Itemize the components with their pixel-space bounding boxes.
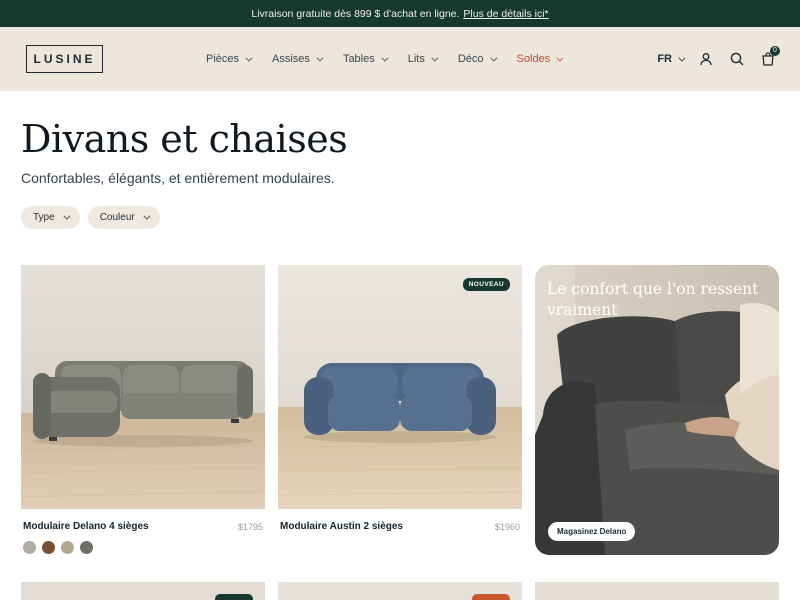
chevron-down-icon bbox=[678, 54, 686, 62]
chevron-down-icon bbox=[431, 54, 439, 62]
nav-item-lits[interactable]: Lits bbox=[407, 53, 439, 65]
chevron-down-icon bbox=[316, 54, 324, 62]
promo-headline: Le confort que l'on ressent vraiment bbox=[547, 280, 759, 319]
product-image[interactable] bbox=[21, 265, 265, 509]
announcement-bar: Livraison gratuite dès 899 $ d'achat en … bbox=[0, 0, 800, 27]
shop-delano-button[interactable]: Magasinez Delano bbox=[548, 522, 636, 541]
promo-tile[interactable]: Le confort que l'on ressent vraiment Mag… bbox=[535, 265, 779, 555]
nav-item-label: Tables bbox=[342, 53, 375, 65]
header-actions: FR 0 bbox=[657, 27, 780, 91]
language-selector[interactable]: FR bbox=[657, 53, 686, 65]
product-card[interactable]: NOUVEAU Modulaire Austin 2 sièges $1960 bbox=[278, 265, 522, 532]
product-meta: Modulaire Delano 4 sièges $1795 bbox=[21, 521, 265, 532]
main-nav: Pièces Assises Tables Lits Déco Soldes bbox=[206, 27, 583, 91]
search-icon[interactable] bbox=[729, 51, 745, 67]
product-price: $1795 bbox=[237, 521, 263, 532]
color-swatch[interactable] bbox=[42, 541, 55, 554]
chevron-down-icon bbox=[143, 212, 151, 220]
nav-item-deco[interactable]: Déco bbox=[457, 53, 497, 65]
nav-item-label: Soldes bbox=[516, 53, 551, 65]
announcement-text: Livraison gratuite dès 899 $ d'achat en … bbox=[251, 7, 460, 20]
chevron-down-icon bbox=[63, 212, 71, 220]
nav-item-label: Lits bbox=[407, 53, 425, 65]
announcement-link[interactable]: Plus de détails ici* bbox=[463, 8, 548, 20]
product-image[interactable]: NOUVEAU bbox=[278, 265, 522, 509]
filter-type[interactable]: Type bbox=[21, 206, 80, 229]
chevron-down-icon bbox=[381, 54, 389, 62]
nav-item-pieces[interactable]: Pièces bbox=[206, 53, 253, 65]
product-card[interactable]: Modulaire Delano 4 sièges $1795 bbox=[21, 265, 265, 554]
color-swatches bbox=[21, 541, 265, 554]
filter-label: Couleur bbox=[99, 212, 135, 223]
product-name[interactable]: Modulaire Delano 4 sièges bbox=[23, 521, 149, 532]
color-swatch[interactable] bbox=[61, 541, 74, 554]
product-name[interactable]: Modulaire Austin 2 sièges bbox=[280, 521, 403, 532]
nav-item-label: Déco bbox=[457, 53, 484, 65]
product-meta: Modulaire Austin 2 sièges $1960 bbox=[278, 521, 522, 532]
nav-item-label: Pièces bbox=[206, 53, 240, 65]
product-card[interactable] bbox=[21, 582, 265, 600]
language-label: FR bbox=[657, 53, 672, 65]
new-badge: NOUVEAU bbox=[462, 278, 510, 291]
filter-couleur[interactable]: Couleur bbox=[87, 206, 160, 229]
product-card[interactable] bbox=[278, 582, 522, 600]
cart-count-badge: 0 bbox=[770, 46, 780, 56]
chevron-down-icon bbox=[556, 54, 564, 62]
nav-item-label: Assises bbox=[272, 53, 310, 65]
nav-item-assises[interactable]: Assises bbox=[272, 53, 324, 65]
filter-bar: Type Couleur bbox=[21, 206, 160, 229]
cart-icon[interactable]: 0 bbox=[760, 46, 780, 67]
user-icon[interactable] bbox=[698, 51, 714, 67]
product-card[interactable] bbox=[535, 582, 779, 600]
logo[interactable]: LUSINE bbox=[26, 45, 103, 73]
nav-item-soldes[interactable]: Soldes bbox=[516, 53, 564, 65]
chevron-down-icon bbox=[489, 54, 497, 62]
color-swatch[interactable] bbox=[80, 541, 93, 554]
color-swatch[interactable] bbox=[23, 541, 36, 554]
chevron-down-icon bbox=[245, 54, 253, 62]
page-subtitle: Confortables, élégants, et entièrement m… bbox=[21, 170, 335, 186]
filter-label: Type bbox=[33, 212, 55, 223]
page-title: Divans et chaises bbox=[21, 117, 348, 161]
product-badge bbox=[215, 594, 253, 600]
product-price: $1960 bbox=[494, 521, 520, 532]
nav-item-tables[interactable]: Tables bbox=[342, 53, 389, 65]
product-badge bbox=[472, 594, 510, 600]
site-header: LUSINE Pièces Assises Tables Lits Déco S… bbox=[0, 27, 800, 91]
